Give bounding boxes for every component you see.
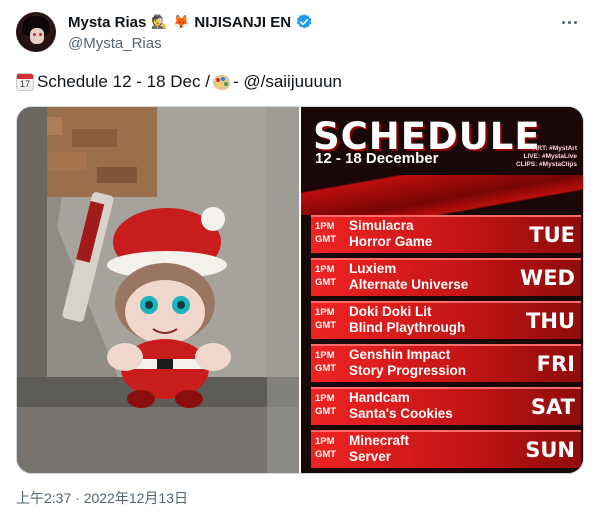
credit-live: LIVE: #MystaLive bbox=[523, 153, 577, 160]
detective-emoji-icon: 🕵 bbox=[151, 14, 168, 29]
calendar-icon: 17 bbox=[16, 73, 34, 91]
tweet-media: SCHEDULE 12 - 18 December ART: #MystArt … bbox=[16, 106, 584, 474]
chibi-santa-photo[interactable] bbox=[17, 107, 299, 473]
credit-clips: CLIPS: #MystaClips bbox=[515, 161, 577, 168]
tweet-timestamp[interactable]: 上午2:37 · 2022年12月13日 bbox=[16, 488, 188, 508]
verified-badge-icon bbox=[295, 13, 313, 31]
stream-day: FRI bbox=[536, 352, 575, 376]
schedule-row: 1PM GMT Luxiem Alternate Universe WED bbox=[311, 258, 581, 296]
stream-day: TUE bbox=[529, 223, 575, 247]
stream-title: Minecraft bbox=[349, 433, 410, 448]
schedule-row: 1PM GMT Genshin Impact Story Progression … bbox=[311, 344, 581, 382]
stream-subtitle: Santa's Cookies bbox=[349, 406, 453, 421]
stream-subtitle: Blind Playthrough bbox=[349, 320, 466, 335]
schedule-credits: ART: #MystArt LIVE: #MystaLive CLIPS: #M… bbox=[516, 145, 577, 169]
palette-icon bbox=[212, 74, 230, 90]
stream-subtitle: Server bbox=[349, 449, 392, 464]
avatar[interactable] bbox=[16, 12, 56, 52]
schedule-row: 1PM GMT Handcam Santa's Cookies SAT bbox=[311, 387, 581, 425]
more-options-icon[interactable] bbox=[558, 12, 580, 32]
stream-subtitle: Alternate Universe bbox=[349, 277, 469, 292]
stream-title: Doki Doki Lit bbox=[349, 304, 432, 319]
stream-day: SAT bbox=[530, 395, 575, 419]
schedule-graphic[interactable]: SCHEDULE 12 - 18 December ART: #MystArt … bbox=[301, 107, 583, 473]
stream-day: SUN bbox=[525, 438, 575, 462]
schedule-row: 1PM GMT Doki Doki Lit Blind Playthrough T… bbox=[311, 301, 581, 339]
stream-day: THU bbox=[526, 309, 575, 333]
author-handle[interactable]: @Mysta_Rias bbox=[68, 35, 162, 52]
schedule-row: 1PM GMT Simulacra Horror Game TUE bbox=[311, 215, 581, 253]
fox-emoji-icon: 🦊 bbox=[173, 14, 190, 29]
tweet-text-part1: Schedule 12 - 18 Dec / bbox=[37, 72, 210, 91]
credit-art: ART: #MystArt bbox=[532, 145, 577, 152]
author-name-row: Mysta Rias 🕵 🦊 NIJISANJI EN bbox=[68, 13, 313, 31]
stream-subtitle: Story Progression bbox=[349, 363, 467, 378]
schedule-row: 1PM GMT Minecraft Server SUN bbox=[311, 430, 581, 468]
stream-subtitle: Horror Game bbox=[349, 234, 433, 249]
stream-title: Handcam bbox=[349, 390, 410, 405]
stream-title: Genshin Impact bbox=[349, 347, 451, 362]
stream-day: WED bbox=[520, 266, 575, 290]
author-display-name[interactable]: Mysta Rias bbox=[68, 14, 146, 31]
author-group-name: NIJISANJI EN bbox=[194, 13, 292, 31]
tweet-text: 17 Schedule 12 - 18 Dec / - @/saiijuuuun bbox=[16, 72, 342, 92]
stream-title: Luxiem bbox=[349, 261, 397, 276]
stream-title: Simulacra bbox=[349, 218, 414, 233]
brush-stroke-decoration bbox=[301, 175, 583, 215]
schedule-subtitle: 12 - 18 December bbox=[315, 150, 439, 167]
tweet-text-part2[interactable]: - @/saiijuuuun bbox=[233, 72, 342, 92]
